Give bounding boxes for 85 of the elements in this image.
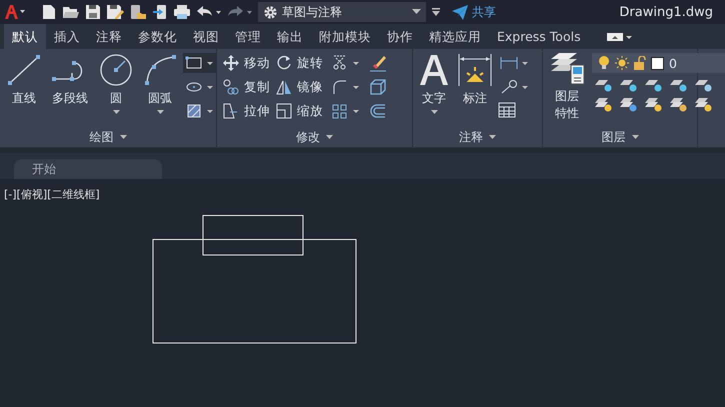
ribbon-tab[interactable]: 精选应用 xyxy=(421,24,489,49)
layer-tool-icon[interactable] xyxy=(694,97,714,113)
layer-tool-icon[interactable] xyxy=(644,97,664,113)
workspace-dropdown[interactable]: 草图与注释 xyxy=(258,2,426,22)
scale-icon xyxy=(276,103,292,119)
arc-icon xyxy=(142,53,178,87)
ribbon-tab[interactable]: 管理 xyxy=(227,24,269,49)
layer-tool-icon[interactable] xyxy=(594,77,614,93)
circle-tool[interactable]: 圆 xyxy=(95,53,137,127)
caret-icon xyxy=(632,135,638,139)
caret-icon xyxy=(120,135,126,139)
caret-icon xyxy=(156,110,164,114)
polyline-tool[interactable]: 多段线 xyxy=(47,53,93,127)
ribbon-tab[interactable]: 输出 xyxy=(269,24,311,49)
line-icon xyxy=(6,53,42,87)
letter-a-icon xyxy=(419,53,449,87)
layer-tool-icon[interactable] xyxy=(669,77,689,93)
lightbulb-icon xyxy=(598,56,610,70)
ribbon-tab[interactable]: 视图 xyxy=(185,24,227,49)
paper-plane-icon xyxy=(452,4,468,20)
caret-icon xyxy=(412,9,421,15)
caret-icon xyxy=(489,135,496,139)
layer-tool-icon[interactable] xyxy=(644,77,664,93)
offset-icon[interactable] xyxy=(369,102,387,120)
layer-tool-icon[interactable] xyxy=(694,77,714,93)
panel-title[interactable]: 注释 xyxy=(459,127,496,147)
ribbon-tab[interactable]: 附加模块 xyxy=(311,24,379,49)
cube-icon[interactable] xyxy=(369,78,387,96)
gear-icon xyxy=(263,4,278,20)
layer-tool-icon[interactable] xyxy=(619,97,639,113)
panel-title[interactable]: 修改 xyxy=(296,127,333,147)
layer-tool-icon[interactable] xyxy=(619,77,639,93)
dimension-icon xyxy=(457,53,493,87)
stretch-icon xyxy=(223,103,239,119)
dimension-tool[interactable]: 标注 xyxy=(454,53,496,127)
panel-title[interactable]: 绘图 xyxy=(90,127,126,147)
circles-icon xyxy=(223,79,239,95)
layer-tool-icon[interactable] xyxy=(594,97,614,113)
ribbon-tab[interactable]: 默认 xyxy=(4,24,46,49)
share-button[interactable]: 共享 xyxy=(452,4,496,20)
four-way-arrow-icon xyxy=(223,55,239,71)
circle-icon xyxy=(98,53,134,87)
line-tool[interactable]: 直线 xyxy=(3,53,45,127)
padlock-icon xyxy=(634,56,646,70)
ribbon-tab[interactable]: Express Tools xyxy=(489,24,589,49)
ribbon-tab[interactable]: 协作 xyxy=(379,24,421,49)
save-as-icon[interactable] xyxy=(106,4,124,20)
mirror-tool[interactable]: 镜像 xyxy=(276,77,323,97)
window-title: Drawing1.dwg xyxy=(619,4,713,20)
text-tool[interactable]: 文字 xyxy=(416,53,452,127)
layer-dropdown[interactable]: 0 xyxy=(592,53,725,73)
panel-title[interactable]: 图层 xyxy=(602,127,638,147)
copy-tool[interactable]: 复制 xyxy=(223,77,270,97)
caret-icon xyxy=(112,110,120,114)
ribbon-tab[interactable]: 注释 xyxy=(88,24,130,49)
caret-icon xyxy=(430,110,438,114)
table-icon[interactable] xyxy=(498,102,516,118)
file-tab[interactable]: 开始 xyxy=(14,159,162,179)
open-from-device-icon[interactable] xyxy=(129,4,147,20)
color-swatch-icon xyxy=(651,56,664,70)
eraser-icon[interactable] xyxy=(369,54,387,72)
save-icon[interactable] xyxy=(85,4,101,20)
rectangle-tool[interactable] xyxy=(183,53,217,73)
print-icon[interactable] xyxy=(173,4,191,20)
mirror-icon xyxy=(276,79,292,95)
ribbon-tab[interactable]: 插入 xyxy=(46,24,88,49)
layers-icon xyxy=(549,53,585,85)
ribbon-tab[interactable]: 参数化 xyxy=(130,24,185,49)
rotate-tool[interactable]: 旋转 xyxy=(276,53,323,73)
move-tool[interactable]: 移动 xyxy=(223,53,270,73)
arc-tool[interactable]: 圆弧 xyxy=(139,53,181,127)
viewport-controls[interactable]: [-][俯视][二维线框] xyxy=(4,187,100,202)
customize-caret-icon[interactable] xyxy=(431,8,441,16)
new-file-icon[interactable] xyxy=(41,4,57,20)
caret-icon xyxy=(326,135,333,139)
layer-tool-icon[interactable] xyxy=(669,97,689,113)
layer-properties-tool[interactable]: 图层特性 xyxy=(546,53,588,127)
rotate-icon xyxy=(276,55,292,71)
ribbon-display-toggle[interactable] xyxy=(606,32,633,42)
sun-icon xyxy=(615,56,629,70)
send-to-device-icon[interactable] xyxy=(152,4,168,20)
scale-tool[interactable]: 缩放 xyxy=(276,101,323,121)
application-menu-button[interactable] xyxy=(4,4,26,20)
folder-icon[interactable] xyxy=(62,4,80,20)
stretch-tool[interactable]: 拉伸 xyxy=(223,101,270,121)
